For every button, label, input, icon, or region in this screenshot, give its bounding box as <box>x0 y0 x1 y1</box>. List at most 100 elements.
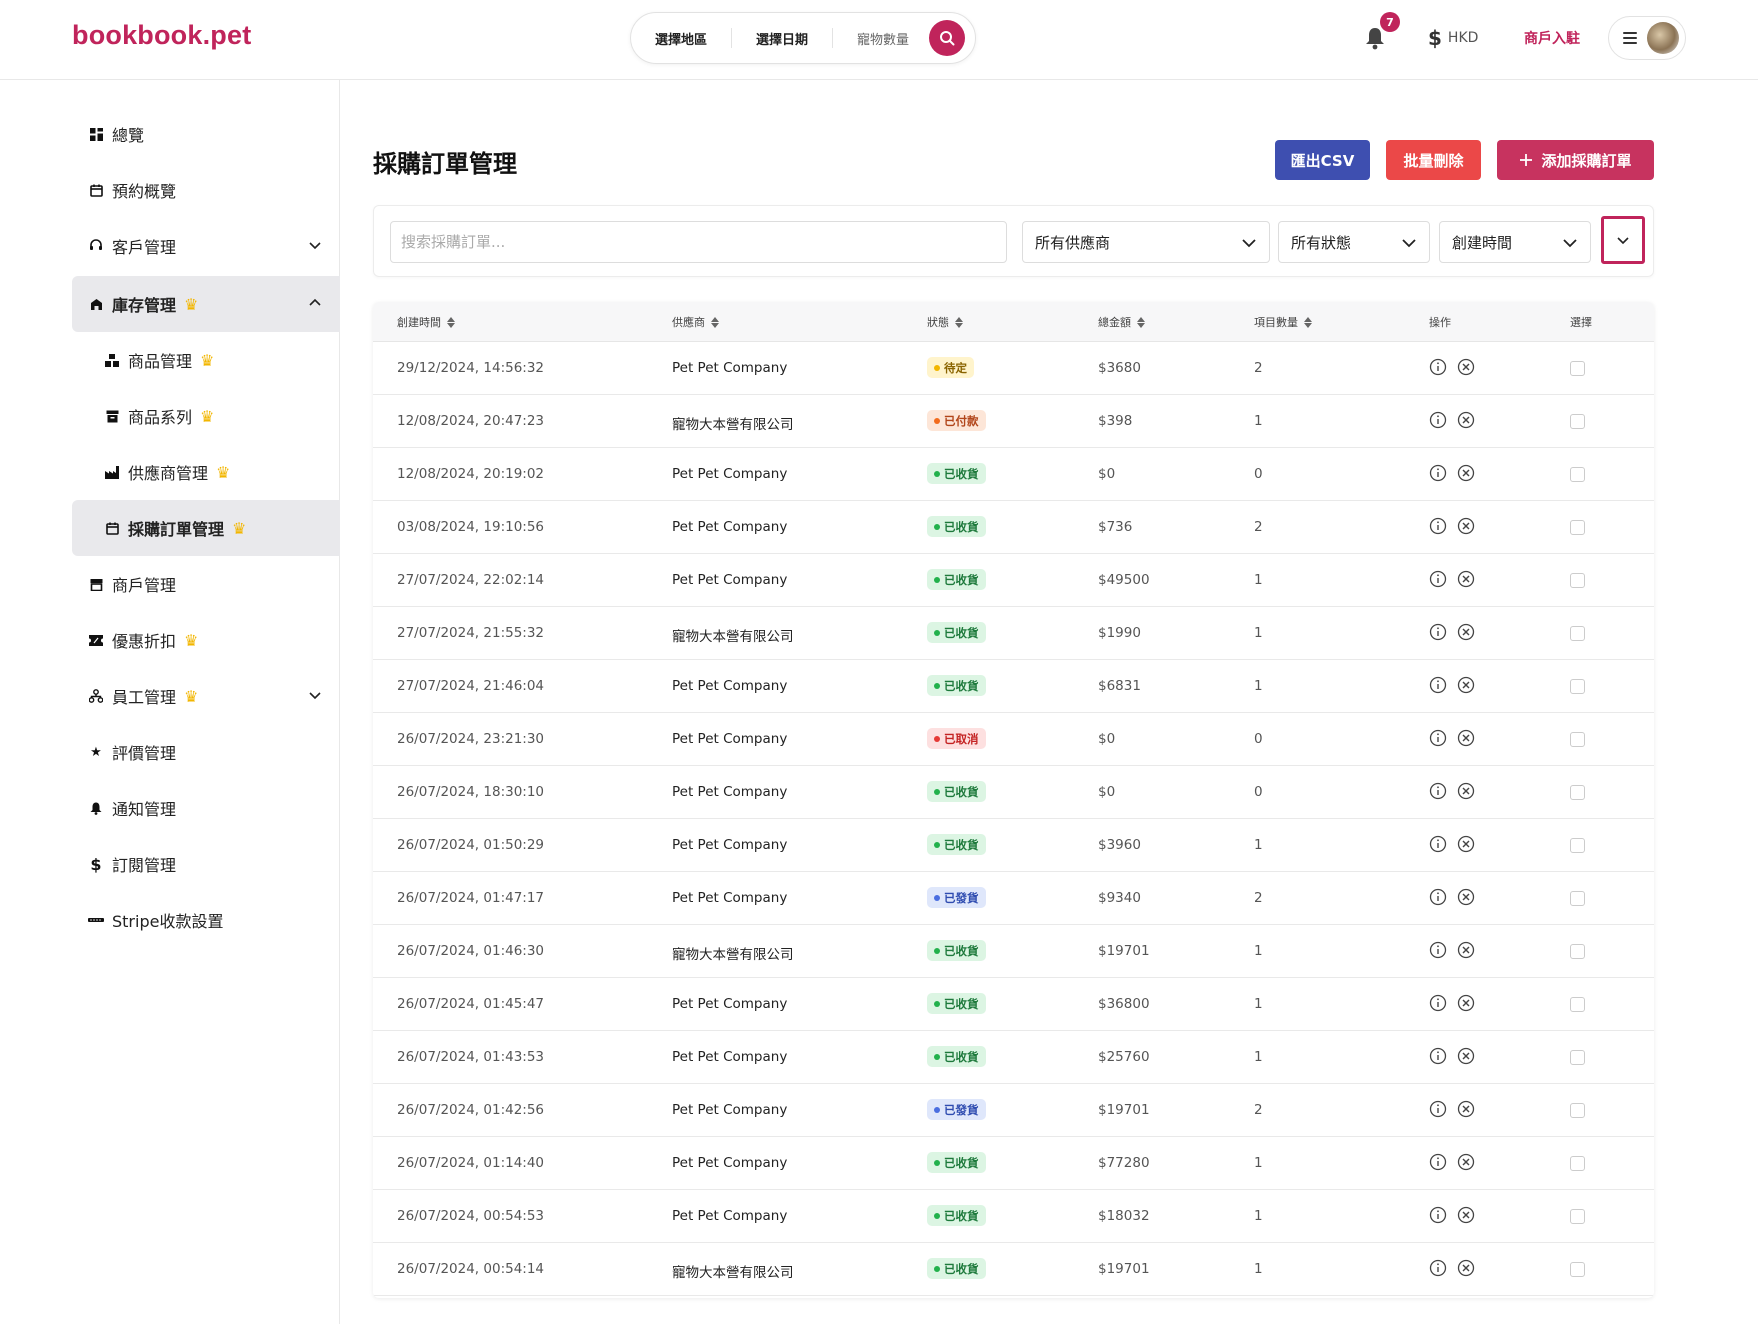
cancel-circle-icon[interactable] <box>1457 517 1475 535</box>
column-header-count[interactable]: 項目數量 <box>1254 314 1312 330</box>
sort-order-toggle[interactable] <box>1601 216 1645 264</box>
info-icon[interactable] <box>1429 464 1447 482</box>
info-icon[interactable] <box>1429 835 1447 853</box>
status-filter[interactable]: 所有狀態 <box>1278 221 1430 263</box>
cancel-circle-icon[interactable] <box>1457 358 1475 376</box>
cancel-circle-icon[interactable] <box>1457 1259 1475 1277</box>
row-checkbox[interactable] <box>1570 520 1585 535</box>
cancel-circle-icon[interactable] <box>1457 782 1475 800</box>
info-icon[interactable] <box>1429 1153 1447 1171</box>
table-row[interactable]: 26/07/2024, 00:54:53 Pet Pet Company 已收貨 $1… <box>373 1190 1654 1243</box>
row-checkbox[interactable] <box>1570 1156 1585 1171</box>
cancel-circle-icon[interactable] <box>1457 1206 1475 1224</box>
add-purchase-order-button[interactable]: 添加採購訂單 <box>1497 140 1654 180</box>
table-row[interactable]: 26/07/2024, 01:14:40 Pet Pet Company 已收貨 $7… <box>373 1137 1654 1190</box>
info-icon[interactable] <box>1429 676 1447 694</box>
date-selector[interactable]: 選擇日期 <box>756 29 808 48</box>
column-header-status[interactable]: 狀態 <box>927 314 963 330</box>
sidebar-item-merchants[interactable]: 商戶管理 <box>72 556 340 612</box>
row-checkbox[interactable] <box>1570 785 1585 800</box>
row-checkbox[interactable] <box>1570 944 1585 959</box>
cancel-circle-icon[interactable] <box>1457 570 1475 588</box>
cancel-circle-icon[interactable] <box>1457 1047 1475 1065</box>
table-row[interactable]: 12/08/2024, 20:47:23 寵物大本營有限公司 已付款 $398 1 <box>373 395 1654 448</box>
row-checkbox[interactable] <box>1570 1209 1585 1224</box>
sidebar-item-subscriptions[interactable]: $ 訂閱管理 <box>72 836 340 892</box>
info-icon[interactable] <box>1429 1259 1447 1277</box>
row-checkbox[interactable] <box>1570 732 1585 747</box>
sidebar-item-suppliers[interactable]: 供應商管理 ♛ <box>72 444 340 500</box>
table-row[interactable]: 26/07/2024, 18:30:10 Pet Pet Company 已收貨 $0… <box>373 766 1654 819</box>
table-row[interactable]: 26/07/2024, 01:50:29 Pet Pet Company 已收貨 $3… <box>373 819 1654 872</box>
info-icon[interactable] <box>1429 1100 1447 1118</box>
sidebar-item-discounts[interactable]: 優惠折扣 ♛ <box>72 612 340 668</box>
table-row[interactable]: 12/08/2024, 20:19:02 Pet Pet Company 已收貨 $0… <box>373 448 1654 501</box>
search-bar[interactable]: 選擇地區 選擇日期 寵物數量 <box>630 12 976 64</box>
row-checkbox[interactable] <box>1570 573 1585 588</box>
row-checkbox[interactable] <box>1570 467 1585 482</box>
table-row[interactable]: 26/07/2024, 01:42:56 Pet Pet Company 已發貨 $1… <box>373 1084 1654 1137</box>
info-icon[interactable] <box>1429 994 1447 1012</box>
info-icon[interactable] <box>1429 941 1447 959</box>
table-row[interactable]: 27/07/2024, 22:02:14 Pet Pet Company 已收貨 $4… <box>373 554 1654 607</box>
row-checkbox[interactable] <box>1570 361 1585 376</box>
sort-select[interactable]: 創建時間 <box>1439 221 1591 263</box>
row-checkbox[interactable] <box>1570 1262 1585 1277</box>
pets-selector[interactable]: 寵物數量 <box>857 29 909 48</box>
table-row[interactable]: 26/07/2024, 01:46:30 寵物大本營有限公司 已收貨 $19701 1 <box>373 925 1654 978</box>
sidebar-item-products[interactable]: 商品管理 ♛ <box>72 332 340 388</box>
sidebar-item-bookings[interactable]: 預約概覽 <box>72 162 340 218</box>
row-checkbox[interactable] <box>1570 997 1585 1012</box>
cancel-circle-icon[interactable] <box>1457 729 1475 747</box>
export-csv-button[interactable]: 匯出CSV <box>1275 140 1370 180</box>
cancel-circle-icon[interactable] <box>1457 676 1475 694</box>
row-checkbox[interactable] <box>1570 1103 1585 1118</box>
logo[interactable]: bookbook.pet <box>72 20 251 51</box>
table-row[interactable]: 03/08/2024, 19:10:56 Pet Pet Company 已收貨 $7… <box>373 501 1654 554</box>
column-header-date[interactable]: 創建時間 <box>397 314 455 330</box>
sidebar-item-product-series[interactable]: 商品系列 ♛ <box>72 388 340 444</box>
column-header-amount[interactable]: 總金額 <box>1098 314 1145 330</box>
table-row[interactable]: 26/07/2024, 00:54:14 寵物大本營有限公司 已收貨 $19701 1 <box>373 1243 1654 1296</box>
bulk-delete-button[interactable]: 批量刪除 <box>1386 140 1481 180</box>
currency-selector[interactable]: $ HKD <box>1428 26 1478 50</box>
table-row[interactable]: 26/07/2024, 01:45:47 Pet Pet Company 已收貨 $3… <box>373 978 1654 1031</box>
info-icon[interactable] <box>1429 411 1447 429</box>
column-header-supplier[interactable]: 供應商 <box>672 314 719 330</box>
cancel-circle-icon[interactable] <box>1457 941 1475 959</box>
table-row[interactable]: 27/07/2024, 21:46:04 Pet Pet Company 已收貨 $6… <box>373 660 1654 713</box>
info-icon[interactable] <box>1429 888 1447 906</box>
search-input[interactable] <box>390 221 1007 263</box>
cancel-circle-icon[interactable] <box>1457 888 1475 906</box>
merchant-signup-link[interactable]: 商戶入駐 <box>1524 28 1580 48</box>
info-icon[interactable] <box>1429 729 1447 747</box>
table-row[interactable]: 26/07/2024, 23:21:30 Pet Pet Company 已取消 $0… <box>373 713 1654 766</box>
sidebar-item-overview[interactable]: 總覽 <box>72 106 340 162</box>
cancel-circle-icon[interactable] <box>1457 1153 1475 1171</box>
sidebar-item-stripe[interactable]: Stripe收款設置 <box>72 892 340 948</box>
info-icon[interactable] <box>1429 517 1447 535</box>
table-row[interactable]: 26/07/2024, 01:47:17 Pet Pet Company 已發貨 $9… <box>373 872 1654 925</box>
sidebar-item-customers[interactable]: 客戶管理 <box>72 218 340 274</box>
row-checkbox[interactable] <box>1570 838 1585 853</box>
sidebar-item-staff[interactable]: 員工管理 ♛ <box>72 668 340 724</box>
row-checkbox[interactable] <box>1570 679 1585 694</box>
cancel-circle-icon[interactable] <box>1457 835 1475 853</box>
user-menu-button[interactable] <box>1608 16 1686 60</box>
sidebar-item-reviews[interactable]: ★ 評價管理 <box>72 724 340 780</box>
sidebar-item-inventory[interactable]: 庫存管理 ♛ <box>72 276 340 332</box>
info-icon[interactable] <box>1429 782 1447 800</box>
row-checkbox[interactable] <box>1570 414 1585 429</box>
sidebar-item-purchase-orders[interactable]: 採購訂單管理 ♛ <box>72 500 340 556</box>
info-icon[interactable] <box>1429 570 1447 588</box>
table-row[interactable]: 27/07/2024, 21:55:32 寵物大本營有限公司 已收貨 $1990 1 <box>373 607 1654 660</box>
supplier-filter[interactable]: 所有供應商 <box>1022 221 1270 263</box>
table-row[interactable]: 26/07/2024, 01:43:53 Pet Pet Company 已收貨 $2… <box>373 1031 1654 1084</box>
row-checkbox[interactable] <box>1570 626 1585 641</box>
cancel-circle-icon[interactable] <box>1457 464 1475 482</box>
search-button[interactable] <box>929 20 965 56</box>
info-icon[interactable] <box>1429 623 1447 641</box>
cancel-circle-icon[interactable] <box>1457 411 1475 429</box>
info-icon[interactable] <box>1429 1206 1447 1224</box>
cancel-circle-icon[interactable] <box>1457 994 1475 1012</box>
